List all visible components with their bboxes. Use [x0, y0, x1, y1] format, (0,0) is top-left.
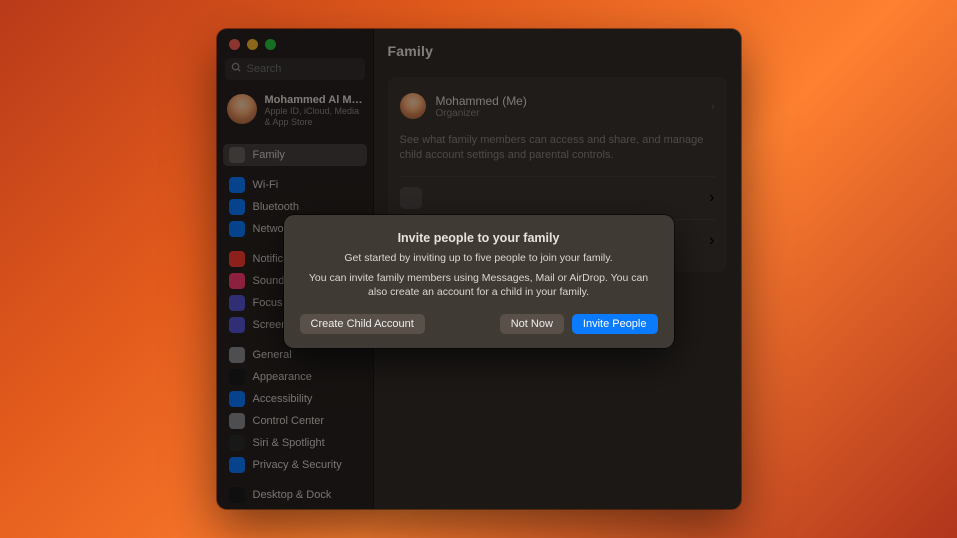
focus-icon: [229, 295, 245, 311]
modal-line2: You can invite family members using Mess…: [300, 271, 658, 299]
accessibility-icon: [229, 391, 245, 407]
maximize-icon[interactable]: [265, 39, 276, 50]
avatar: [227, 94, 257, 124]
screentime-icon: [229, 317, 245, 333]
bluetooth-icon: [229, 199, 245, 215]
member-name: Mohammed (Me): [436, 94, 527, 108]
sidebar-item-label: Control Center: [253, 415, 325, 427]
search-container: [225, 58, 365, 80]
search-input[interactable]: [225, 58, 365, 80]
sidebar-item-label: Wi-Fi: [253, 179, 279, 191]
sidebar-item-label: Family: [253, 149, 285, 161]
sidebar-item-privacy[interactable]: Privacy & Security: [223, 454, 367, 476]
modal-line1: Get started by inviting up to five peopl…: [300, 251, 658, 265]
account-name: Mohammed Al Ma...: [265, 94, 365, 106]
sidebar-item-label: Appearance: [253, 371, 312, 383]
family-feature-row[interactable]: ›: [400, 176, 715, 219]
sidebar-item-family[interactable]: Family: [223, 144, 367, 166]
sidebar-item-appearance[interactable]: Appearance: [223, 366, 367, 388]
sidebar-item-desktop[interactable]: Desktop & Dock: [223, 484, 367, 506]
account-subtitle: Apple ID, iCloud, Media & App Store: [265, 106, 363, 128]
page-title: Family: [388, 43, 727, 59]
minimize-icon[interactable]: [247, 39, 258, 50]
sidebar-item-wifi[interactable]: Wi-Fi: [223, 174, 367, 196]
chevron-right-icon: ›: [711, 101, 714, 112]
close-icon[interactable]: [229, 39, 240, 50]
create-child-account-button[interactable]: Create Child Account: [300, 314, 425, 334]
sidebar-item-siri[interactable]: Siri & Spotlight: [223, 432, 367, 454]
controlcenter-icon: [229, 413, 245, 429]
not-now-button[interactable]: Not Now: [500, 314, 564, 334]
sidebar-item-controlcenter[interactable]: Control Center: [223, 410, 367, 432]
apple-id-account[interactable]: Mohammed Al Ma... Apple ID, iCloud, Medi…: [217, 88, 373, 134]
desktop-icon: [229, 487, 245, 503]
sidebar-item-label: Desktop & Dock: [253, 489, 332, 501]
sidebar-item-label: Accessibility: [253, 393, 313, 405]
member-avatar: [400, 93, 426, 119]
family-member-row[interactable]: Mohammed (Me) Organizer ›: [400, 87, 715, 125]
invite-people-button[interactable]: Invite People: [572, 314, 658, 334]
feature-icon: [400, 187, 422, 209]
window-controls: [217, 29, 373, 58]
modal-buttons: Create Child Account Not Now Invite Peop…: [300, 314, 658, 334]
sidebar-item-label: Privacy & Security: [253, 459, 342, 471]
sidebar-item-label: Sound: [253, 275, 285, 287]
system-settings-window: Mohammed Al Ma... Apple ID, iCloud, Medi…: [217, 29, 741, 509]
sidebar-item-label: Siri & Spotlight: [253, 437, 325, 449]
chevron-right-icon: ›: [709, 189, 714, 207]
general-icon: [229, 347, 245, 363]
sidebar-item-accessibility[interactable]: Accessibility: [223, 388, 367, 410]
family-description: See what family members can access and s…: [400, 125, 715, 176]
privacy-icon: [229, 457, 245, 473]
sidebar-item-label: Bluetooth: [253, 201, 299, 213]
modal-title: Invite people to your family: [300, 231, 658, 245]
member-role: Organizer: [436, 108, 527, 119]
chevron-right-icon: ›: [709, 232, 714, 250]
invite-family-modal: Invite people to your family Get started…: [284, 215, 674, 348]
notifications-icon: [229, 251, 245, 267]
sound-icon: [229, 273, 245, 289]
sidebar-item-label: General: [253, 349, 292, 361]
family-icon: [229, 147, 245, 163]
sidebar-item-label: Focus: [253, 297, 283, 309]
network-icon: [229, 221, 245, 237]
siri-icon: [229, 435, 245, 451]
wifi-icon: [229, 177, 245, 193]
appearance-icon: [229, 369, 245, 385]
